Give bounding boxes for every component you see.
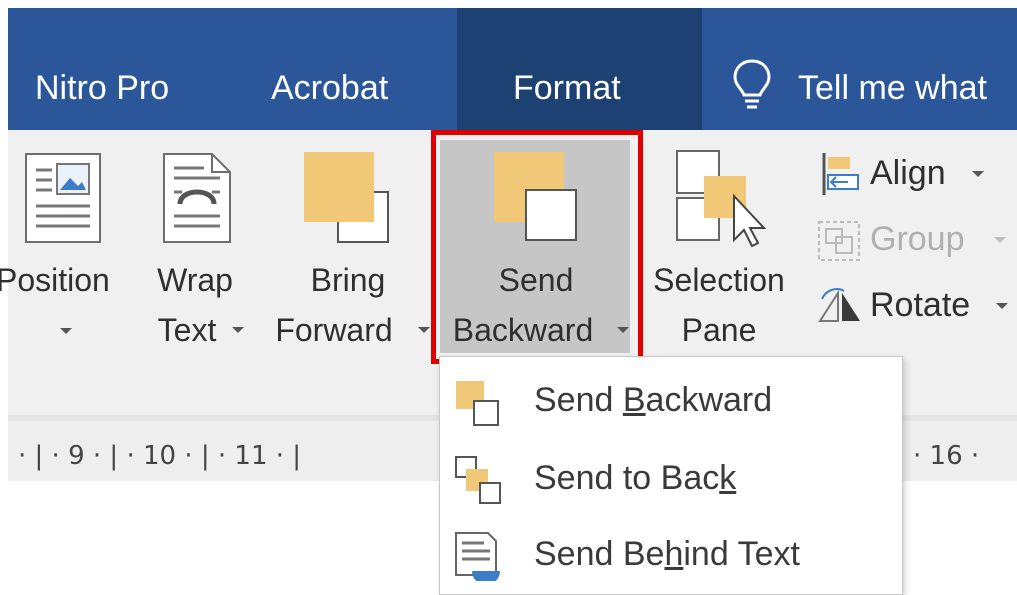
send-behind-text-icon bbox=[455, 532, 500, 581]
menu-item-send-backward-label: Send Backward bbox=[534, 381, 773, 419]
rotate-icon bbox=[818, 288, 860, 322]
align-label: Align bbox=[870, 154, 946, 192]
bring-forward-button[interactable]: Bring Forward bbox=[262, 140, 432, 355]
align-icon bbox=[822, 153, 859, 195]
group-icon bbox=[818, 221, 860, 261]
tell-me-search[interactable]: Tell me what bbox=[798, 62, 987, 114]
bring-forward-label-2: Forward bbox=[275, 312, 393, 348]
tab-acrobat[interactable]: Acrobat bbox=[271, 62, 388, 114]
bring-forward-icon bbox=[304, 152, 389, 243]
bring-forward-caret-icon bbox=[418, 327, 430, 333]
ruler-numbers-right: | · 16 · bbox=[896, 441, 980, 471]
selection-pane-label-2: Pane bbox=[681, 312, 757, 348]
selection-pane-button[interactable]: Selection Pane bbox=[640, 140, 800, 355]
group-label: Group bbox=[870, 220, 965, 258]
wrap-text-label-2: Text bbox=[157, 312, 217, 348]
ribbon-tab-bar: Nitro Pro Acrobat Format Tell me what bbox=[8, 8, 1017, 130]
send-backward-icon bbox=[456, 381, 499, 426]
ruler-numbers-left: · | · 9 · | · 10 · | · 11 · | bbox=[18, 441, 302, 471]
wrap-text-label-1: Wrap bbox=[157, 262, 233, 298]
send-backward-red-highlight bbox=[431, 130, 643, 364]
align-caret-icon bbox=[972, 171, 984, 177]
tab-format[interactable]: Format bbox=[513, 62, 621, 114]
position-label: Position bbox=[0, 262, 110, 298]
menu-item-send-to-back[interactable]: Send to Back bbox=[440, 443, 902, 513]
menu-item-send-backward[interactable]: Send Backward bbox=[440, 365, 902, 435]
bring-forward-label-1: Bring bbox=[310, 262, 386, 298]
menu-item-send-behind-text[interactable]: Send Behind Text bbox=[440, 519, 902, 589]
position-caret-icon bbox=[60, 328, 72, 334]
group-caret-icon bbox=[994, 237, 1006, 243]
wrap-text-icon bbox=[163, 153, 231, 243]
menu-item-send-to-back-label: Send to Back bbox=[534, 459, 737, 497]
position-icon bbox=[25, 153, 101, 243]
lightbulb-icon[interactable] bbox=[731, 58, 773, 114]
selection-pane-icon bbox=[676, 150, 767, 248]
send-backward-menu: Send Backward Send to Back Send Behind T… bbox=[439, 356, 903, 595]
send-to-back-icon bbox=[455, 456, 501, 504]
word-ribbon-screenshot: Nitro Pro Acrobat Format Tell me what Po… bbox=[0, 0, 1017, 595]
tab-nitro-pro[interactable]: Nitro Pro bbox=[35, 62, 169, 114]
menu-item-send-behind-text-label: Send Behind Text bbox=[534, 535, 800, 573]
rotate-caret-icon bbox=[996, 303, 1008, 309]
position-button[interactable]: Position bbox=[0, 140, 138, 355]
wrap-text-caret-icon bbox=[232, 327, 244, 333]
selection-pane-label-1: Selection bbox=[653, 262, 785, 298]
rotate-label: Rotate bbox=[870, 286, 971, 324]
wrap-text-button[interactable]: Wrap Text bbox=[146, 140, 258, 355]
